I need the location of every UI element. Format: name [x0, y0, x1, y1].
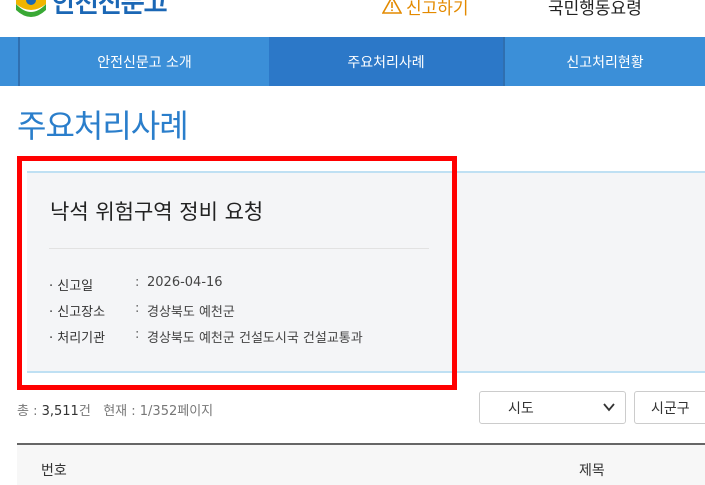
column-header-title: 제목: [579, 463, 605, 479]
card-divider: [49, 248, 429, 249]
total-prefix: 총 :: [17, 404, 42, 419]
report-label: 신고하기: [406, 0, 469, 19]
field-value: 2026-04-16: [147, 275, 223, 290]
page-title: 주요처리사례: [17, 107, 189, 145]
sido-select[interactable]: 시도: [479, 391, 626, 424]
sigungu-select[interactable]: 시군구: [634, 391, 705, 424]
field-colon: :: [135, 275, 140, 290]
sigungu-select-value: 시군구: [651, 400, 690, 417]
total-suffix: 건: [78, 404, 91, 419]
field-label: · 신고일: [49, 279, 94, 294]
case-report-location: · 신고장소 : 경상북도 예천군: [49, 301, 235, 320]
case-report-date: · 신고일 : 2026-04-16: [49, 275, 223, 294]
top-header: 안전신문고 신고하기 국민행동요령: [0, 0, 705, 36]
report-link[interactable]: 신고하기: [381, 0, 469, 19]
site-logo[interactable]: 안전신문고: [14, 0, 168, 22]
column-header-number: 번호: [41, 463, 67, 479]
current-prefix: 현재 :: [103, 404, 140, 419]
field-value: 경상북도 예천군: [147, 305, 235, 320]
logo-mark-icon: [14, 0, 48, 22]
field-colon: :: [135, 301, 140, 316]
action-guide-link[interactable]: 국민행동요령: [548, 0, 642, 19]
result-summary: 총 : 3,511건 현재 : 1/352페이지: [17, 400, 213, 419]
nav-item-status[interactable]: 신고처리현황: [505, 37, 705, 86]
field-label: · 신고장소: [49, 305, 106, 320]
field-value: 경상북도 예천군 건설도시국 건설교통과: [147, 331, 363, 346]
nav-item-intro[interactable]: 안전신문고 소개: [20, 37, 269, 86]
sido-select-value: 시도: [508, 400, 534, 417]
logo-text: 안전신문고: [52, 0, 168, 19]
chevron-down-icon: [603, 400, 615, 417]
warning-icon: [381, 0, 403, 18]
nav-item-cases[interactable]: 주요처리사례: [269, 37, 503, 86]
field-label: · 처리기관: [49, 331, 106, 346]
case-title[interactable]: 낙석 위험구역 정비 요청: [50, 196, 263, 226]
field-colon: :: [135, 327, 140, 342]
total-count: 3,511: [41, 404, 79, 419]
current-suffix: 페이지: [177, 404, 214, 419]
case-handling-agency: · 처리기관 : 경상북도 예천군 건설도시국 건설교통과: [49, 327, 363, 346]
current-page: 1/352: [139, 404, 178, 419]
main-nav: 안전신문고 소개 주요처리사례 신고처리현황: [0, 37, 705, 86]
